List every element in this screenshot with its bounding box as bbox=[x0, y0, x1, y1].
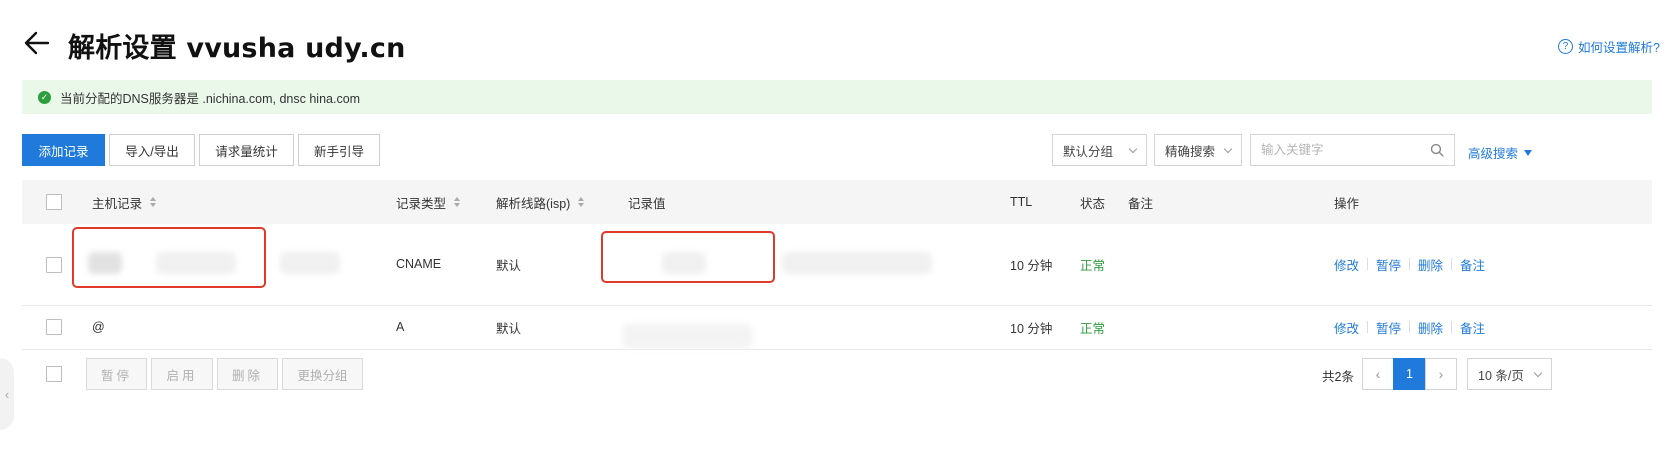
dns-notice: ✓ 当前分配的DNS服务器是 .nichina.com, dnsc hina.c… bbox=[22, 80, 1652, 114]
row-checkbox[interactable] bbox=[46, 257, 62, 273]
column-host-label: 主机记录 bbox=[92, 196, 143, 211]
type-cell: A bbox=[396, 320, 405, 334]
request-stats-button[interactable]: 请求量统计 bbox=[199, 134, 294, 166]
note-link[interactable]: 备注 bbox=[1460, 255, 1485, 274]
note-link[interactable]: 备注 bbox=[1460, 318, 1485, 337]
highlight-box-value bbox=[601, 231, 775, 283]
side-collapse-tab[interactable]: ‹ bbox=[0, 358, 14, 430]
search-icon[interactable] bbox=[1430, 143, 1444, 157]
pause-link[interactable]: 暂停 bbox=[1376, 255, 1401, 274]
chevron-down-icon bbox=[1128, 144, 1138, 153]
line-cell: 默认 bbox=[496, 321, 522, 336]
table-row: CNAME 默认 10 分钟 正常 修改 暂停 删除 备注 bbox=[22, 224, 1652, 306]
total-count: 共2条 bbox=[1322, 370, 1354, 384]
chevron-down-icon bbox=[1533, 368, 1543, 377]
column-value-label: 记录值 bbox=[628, 196, 666, 211]
chevron-down-icon bbox=[1223, 144, 1233, 153]
chevron-right-icon: › bbox=[1438, 366, 1444, 382]
next-page-button[interactable]: › bbox=[1425, 358, 1457, 390]
beginner-guide-button[interactable]: 新手引导 bbox=[298, 134, 380, 166]
add-record-button[interactable]: 添加记录 bbox=[22, 134, 105, 166]
edit-link[interactable]: 修改 bbox=[1334, 318, 1359, 337]
column-host[interactable]: 主机记录 bbox=[92, 180, 157, 224]
batch-enable-button[interactable]: 启用 bbox=[151, 358, 213, 390]
triangle-down-icon bbox=[1524, 149, 1533, 156]
check-circle-icon: ✓ bbox=[38, 90, 51, 104]
ttl-cell: 10 分钟 bbox=[1010, 258, 1053, 273]
select-all-checkbox[interactable] bbox=[46, 194, 62, 210]
batch-delete-button[interactable]: 删除 bbox=[217, 358, 278, 390]
column-type-label: 记录类型 bbox=[396, 196, 447, 211]
help-link[interactable]: ? 如何设置解析? bbox=[1558, 37, 1660, 56]
help-link-label: 如何设置解析? bbox=[1578, 41, 1660, 55]
sort-icon[interactable] bbox=[150, 197, 157, 207]
row-actions: 修改 暂停 删除 备注 bbox=[1334, 306, 1485, 348]
help-circle-icon: ? bbox=[1558, 39, 1574, 54]
row-checkbox[interactable] bbox=[46, 319, 62, 335]
column-ttl-label: TTL bbox=[1010, 195, 1033, 209]
ttl-cell: 10 分钟 bbox=[1010, 321, 1053, 336]
column-type[interactable]: 记录类型 bbox=[396, 180, 461, 224]
footer-select-all-checkbox[interactable] bbox=[46, 366, 62, 382]
status-badge: 正常 bbox=[1080, 258, 1106, 273]
group-select[interactable]: 默认分组 bbox=[1052, 134, 1147, 166]
delete-link[interactable]: 删除 bbox=[1418, 318, 1443, 337]
page-1-button[interactable]: 1 bbox=[1393, 358, 1426, 390]
pause-link[interactable]: 暂停 bbox=[1376, 318, 1401, 337]
row-actions: 修改 暂停 删除 备注 bbox=[1334, 224, 1485, 304]
column-remark-label: 备注 bbox=[1128, 196, 1154, 211]
table-header: 主机记录 记录类型 解析线路(isp) 记录值 TTL 状态 备注 操作 bbox=[22, 180, 1652, 224]
delete-link[interactable]: 删除 bbox=[1418, 255, 1443, 274]
back-arrow-icon[interactable] bbox=[22, 28, 52, 58]
line-cell: 默认 bbox=[496, 258, 522, 273]
status-badge: 正常 bbox=[1080, 321, 1106, 336]
search-box[interactable] bbox=[1250, 134, 1455, 166]
column-actions-label: 操作 bbox=[1334, 196, 1360, 211]
column-line[interactable]: 解析线路(isp) bbox=[496, 180, 585, 224]
highlight-box-host bbox=[72, 227, 266, 288]
advanced-search-label: 高级搜索 bbox=[1468, 147, 1519, 161]
dns-notice-text: 当前分配的DNS服务器是 .nichina.com, dnsc hina.com bbox=[60, 91, 361, 106]
search-mode-value: 精确搜索 bbox=[1165, 144, 1216, 159]
edit-link[interactable]: 修改 bbox=[1334, 255, 1359, 274]
group-select-value: 默认分组 bbox=[1063, 144, 1114, 159]
sort-icon[interactable] bbox=[578, 197, 585, 207]
table-row: @ A 默认 10 分钟 正常 修改 暂停 删除 备注 bbox=[22, 306, 1652, 350]
advanced-search-toggle[interactable]: 高级搜索 bbox=[1468, 143, 1533, 162]
host-cell: @ bbox=[92, 320, 105, 334]
type-cell: CNAME bbox=[396, 257, 442, 271]
batch-pause-button[interactable]: 暂停 bbox=[86, 358, 147, 390]
page-size-select[interactable]: 10 条/页 bbox=[1467, 358, 1552, 390]
chevron-left-icon: ‹ bbox=[1375, 366, 1381, 382]
keyword-search-input[interactable] bbox=[1261, 143, 1431, 157]
page-title: 解析设置 vvusha udy.cn bbox=[68, 33, 406, 64]
column-status-label: 状态 bbox=[1080, 196, 1106, 211]
change-group-button[interactable]: 更换分组 bbox=[282, 358, 363, 390]
sort-icon[interactable] bbox=[454, 197, 461, 207]
search-mode-select[interactable]: 精确搜索 bbox=[1154, 134, 1242, 166]
page-size-value: 10 条/页 bbox=[1478, 368, 1524, 383]
prev-page-button[interactable]: ‹ bbox=[1362, 358, 1394, 390]
column-line-label: 解析线路(isp) bbox=[496, 196, 571, 211]
chevron-left-icon: ‹ bbox=[4, 386, 10, 402]
import-export-button[interactable]: 导入/导出 bbox=[109, 134, 195, 166]
